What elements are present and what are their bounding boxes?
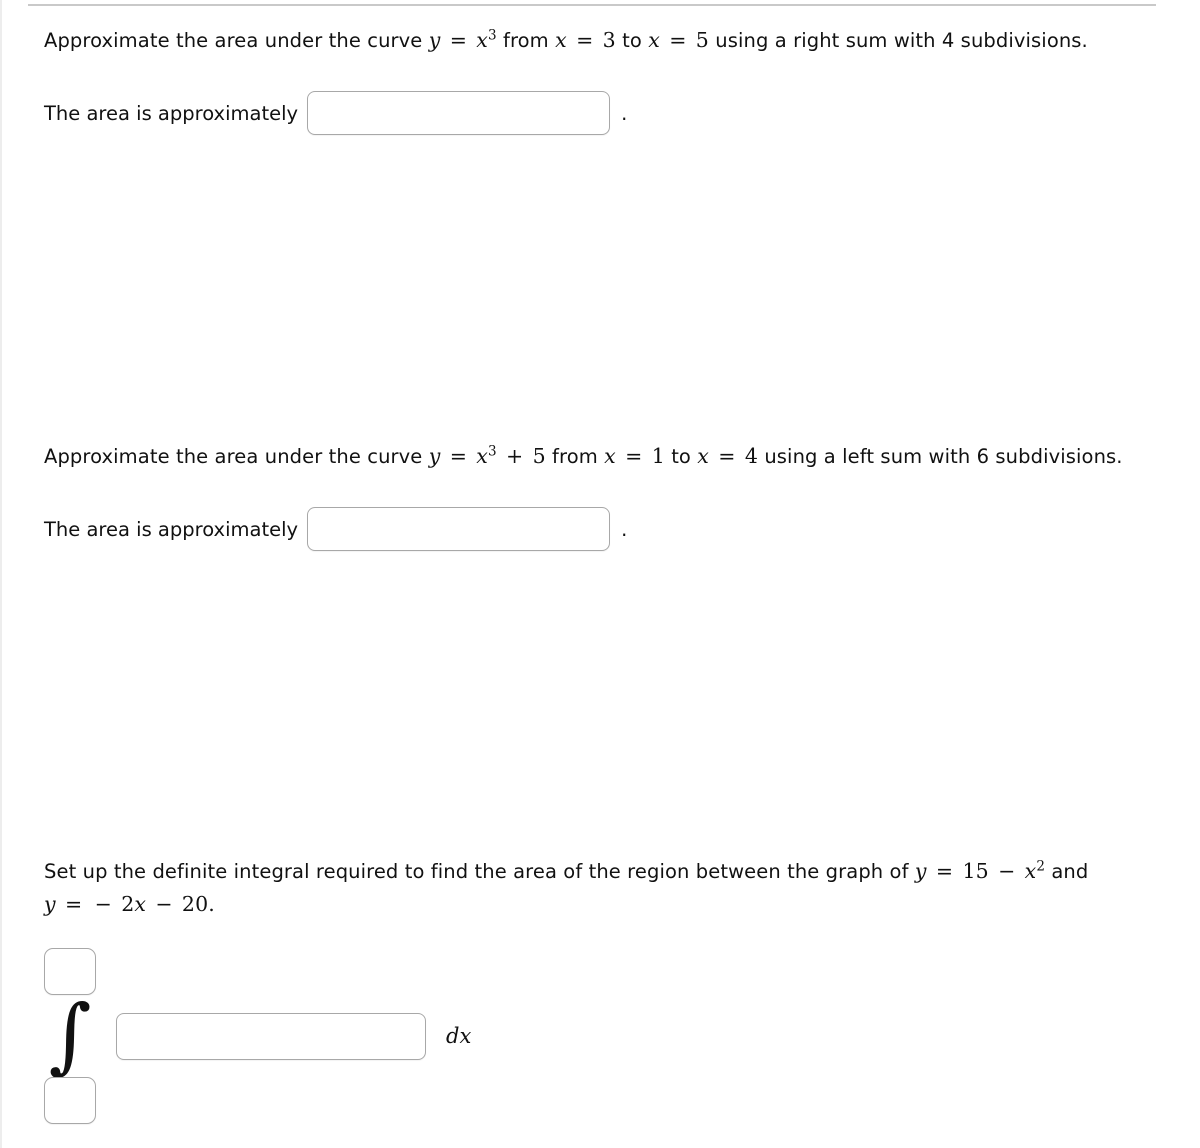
differential-label: dx [446,1024,472,1048]
question-2-trailing-period: . [621,517,628,541]
q1-from-text: from [502,29,549,52]
q2-from-variable: x [604,444,616,468]
definite-integral-builder: ∫ dx [44,948,471,1124]
question-3-prompt: Set up the definite integral required to… [44,855,1124,921]
question-1: Approximate the area under the curve y =… [44,24,1088,135]
q1-to-equals: = [669,28,687,52]
q1-lead-text: Approximate the area under the curve [44,29,423,52]
q1-function-base: x [476,28,488,52]
q2-function-variable: y [428,444,441,468]
question-2-prompt: Approximate the area under the curve y =… [44,440,1123,473]
question-2: Approximate the area under the curve y =… [44,440,1123,551]
q2-constant: 5 [532,444,546,468]
integral-sign-icon: ∫ [48,988,92,1083]
q3-lead-text: Set up the definite integral required to… [44,860,909,883]
q1-from-value: 3 [602,28,616,52]
question-1-answer-input[interactable] [307,91,611,135]
q3-curve1-exponent: 2 [1036,858,1046,875]
question-1-prompt: Approximate the area under the curve y =… [44,24,1088,57]
q2-to-variable: x [697,444,709,468]
q2-to-value: 4 [744,444,759,468]
q3-curve2-coefficient: 2 [121,892,135,916]
question-1-trailing-period: . [621,101,628,125]
q3-period: . [208,892,215,916]
worksheet-page: Approximate the area under the curve y =… [0,0,1200,1148]
q3-curve1-equals: = [935,859,954,883]
q2-lead-text: Approximate the area under the curve [44,445,423,468]
q3-curve2-minus: − [155,892,173,916]
q2-to-text: to [671,445,691,468]
question-1-answer-label: The area is approximately [44,101,299,125]
q1-tail-text: using a right sum with 4 subdivisions. [715,29,1088,52]
q2-tail-text: using a left sum with 6 subdivisions. [764,445,1123,468]
q1-to-value: 5 [695,28,709,52]
q2-from-equals: = [625,444,643,468]
q3-curve2-variable-x: x [134,892,147,916]
q1-equals-sign: = [449,28,467,52]
question-2-answer-input[interactable] [307,507,611,551]
q1-from-variable: x [555,28,567,52]
q3-curve2-constant: 20 [181,892,209,916]
q2-plus-sign: + [505,444,524,468]
q3-curve2-leading-minus: − [94,892,112,916]
page-top-divider [28,4,1156,6]
q1-function-exponent: 3 [487,27,497,44]
integrand-input[interactable] [116,1012,426,1060]
q3-and-text: and [1051,860,1089,883]
integral-lower-limit-input[interactable] [44,1077,96,1124]
q3-curve1-base: x [1024,859,1037,883]
q2-to-equals: = [718,444,736,468]
q2-from-value: 1 [651,444,665,468]
q2-from-text: from [552,445,598,468]
page-left-divider [0,0,2,1148]
q3-curve1-minus: − [998,859,1016,883]
q1-to-text: to [622,29,642,52]
q2-equals-sign: = [449,444,467,468]
question-1-answer-row: The area is approximately . [44,91,1088,135]
integral-limits-column: ∫ [44,948,96,1124]
question-3: Set up the definite integral required to… [44,855,1124,921]
q2-function-base: x [476,444,488,468]
q3-curve1-variable: y [914,859,927,883]
question-2-answer-label: The area is approximately [44,517,299,541]
q3-curve2-equals: = [65,892,83,916]
q2-function-exponent: 3 [487,443,497,460]
q1-from-equals: = [576,28,594,52]
q3-curve1-constant: 15 [962,859,989,883]
q1-to-variable: x [648,28,660,52]
question-2-answer-row: The area is approximately . [44,507,1123,551]
q1-function-variable: y [428,28,441,52]
q3-curve2-variable: y [44,892,56,916]
